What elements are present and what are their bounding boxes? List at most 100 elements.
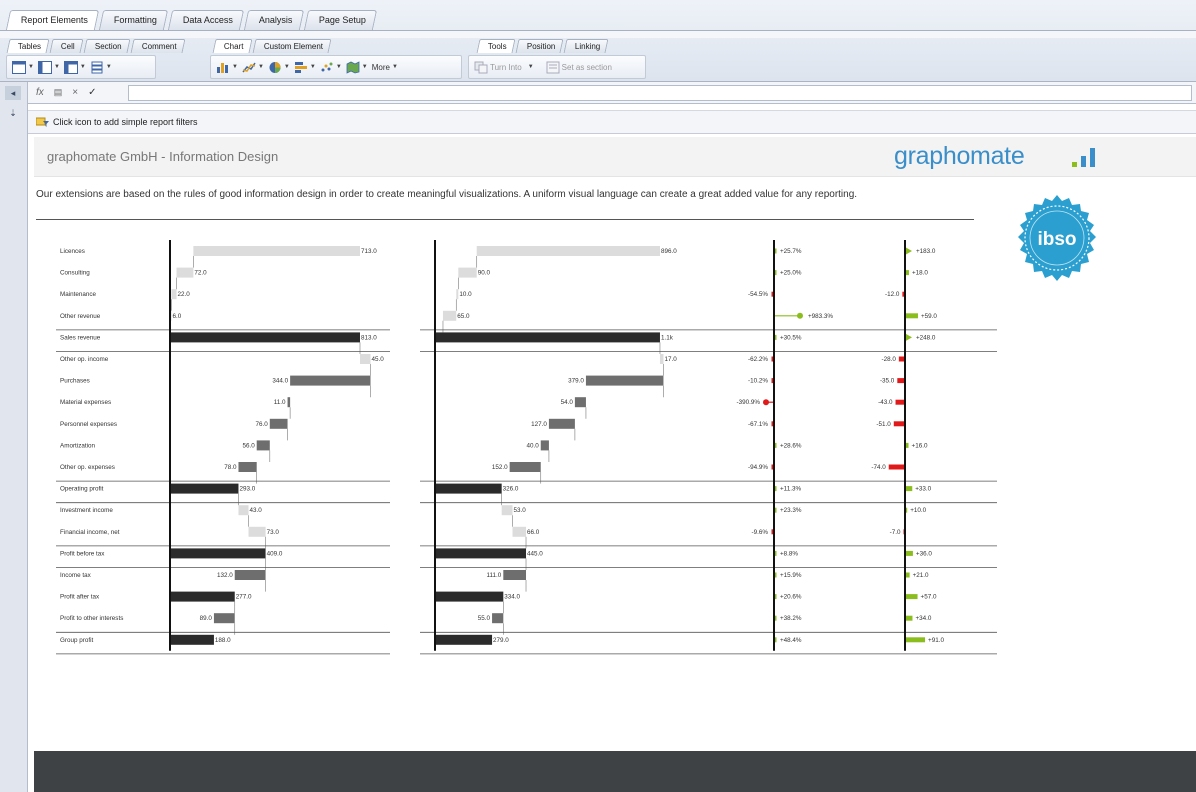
accept-icon[interactable]: ✓ — [88, 87, 96, 98]
py-bar — [574, 397, 586, 408]
table-icon — [12, 60, 26, 74]
pct-value-label: -54.5% — [748, 291, 768, 298]
abs-value-label: -35.0 — [880, 378, 895, 385]
formula-editor-icon[interactable]: ▤ — [54, 87, 63, 98]
crosstab-button[interactable]: ▼ — [63, 58, 87, 76]
pct-value-label: +983.3% — [808, 313, 833, 320]
py-value-label: 1.1k — [661, 334, 674, 341]
abs-bar — [893, 421, 905, 427]
pct-value-label: +23.3% — [780, 507, 802, 514]
formula-input[interactable] — [128, 85, 1192, 101]
ac-value-label: 11.0 — [274, 399, 286, 406]
cancel-icon[interactable]: × — [72, 87, 78, 98]
abs-bar — [905, 594, 918, 600]
pct-pin-head — [763, 399, 769, 406]
report-title: graphomate GmbH - Information Design — [47, 149, 279, 164]
py-bar — [435, 483, 502, 494]
report-header: graphomate GmbH - Information Design gra… — [34, 137, 1196, 177]
sub-tabs-mid: Chart Custom Element — [212, 39, 333, 53]
pie-chart-button[interactable]: ▼ — [267, 58, 291, 76]
abs-bar — [897, 378, 905, 384]
ac-value-label: 188.0 — [215, 637, 231, 644]
chevron-down-icon: ▼ — [53, 64, 60, 70]
line-chart-button[interactable]: ▼ — [241, 58, 265, 76]
subtab-tools[interactable]: Tools — [476, 39, 516, 53]
tab-formatting[interactable]: Formatting — [98, 10, 169, 30]
ac-bar — [256, 440, 270, 451]
abs-value-label: +10.0 — [910, 507, 926, 514]
chevron-down-icon: ▼ — [527, 64, 534, 70]
pct-pin-head — [797, 312, 803, 319]
map-chart-button[interactable]: ▼ — [345, 58, 369, 76]
chevron-down-icon: ▼ — [79, 64, 86, 70]
sub-tabs-left: Tables Cell Section Comment — [6, 39, 186, 53]
subtab-custom-element[interactable]: Custom Element — [252, 39, 332, 53]
bar-chart-button[interactable]: ▼ — [215, 58, 239, 76]
abs-value-label: +57.0 — [921, 594, 937, 601]
subtab-chart[interactable]: Chart — [212, 39, 253, 53]
abs-value-label: -7.0 — [890, 529, 901, 536]
tab-page-setup[interactable]: Page Setup — [303, 10, 377, 30]
crosstab-icon — [63, 60, 78, 74]
py-bar — [540, 440, 549, 451]
category-label: Maintenance — [60, 291, 97, 298]
ac-value-label: 76.0 — [256, 421, 269, 428]
py-value-label: 326.0 — [503, 486, 519, 493]
subtab-tables[interactable]: Tables — [6, 39, 50, 53]
turn-into-icon — [474, 61, 488, 73]
more-label: More — [371, 62, 390, 72]
vertical-table-button[interactable]: ▼ — [37, 58, 61, 76]
filter-icon[interactable] — [36, 117, 50, 127]
chart-tools-group: ▼ ▼ ▼ ▼ ▼ ▼ More ▼ — [210, 55, 462, 79]
category-label: Investment income — [60, 507, 113, 514]
vertical-table-icon — [37, 60, 52, 74]
more-charts-button[interactable]: More ▼ — [371, 58, 399, 76]
subtab-cell[interactable]: Cell — [49, 39, 84, 53]
filter-bar[interactable]: Click icon to add simple report filters — [28, 110, 1196, 134]
partner-seal-logo: ibso — [1018, 195, 1096, 281]
pct-value-label: -9.6% — [752, 529, 769, 536]
pct-value-label: +11.3% — [780, 486, 801, 493]
category-label: Licences — [60, 248, 85, 255]
scatter-chart-button[interactable]: ▼ — [319, 58, 343, 76]
py-bar — [456, 289, 459, 300]
horizontal-bar-chart-button[interactable]: ▼ — [293, 58, 317, 76]
form-icon — [91, 61, 103, 73]
chevron-down-icon: ▼ — [105, 64, 112, 70]
horizontal-table-button[interactable]: ▼ — [11, 58, 35, 76]
py-value-label: 127.0 — [531, 421, 547, 428]
pct-value-label: -10.2% — [748, 378, 768, 385]
form-button[interactable]: ▼ — [89, 58, 113, 76]
py-bar — [548, 418, 575, 429]
category-label: Amortization — [60, 442, 95, 449]
pin-icon[interactable]: ⇣ — [5, 106, 21, 120]
ac-value-label: 409.0 — [267, 550, 283, 557]
subtab-linking[interactable]: Linking — [563, 39, 610, 53]
ac-bar — [360, 354, 371, 364]
py-value-label: 54.0 — [561, 399, 574, 406]
subtab-section[interactable]: Section — [83, 39, 131, 53]
collapse-panel-button[interactable]: ◂ — [5, 86, 21, 100]
ac-bar — [170, 483, 239, 494]
abs-bar — [905, 637, 926, 643]
turn-into-label: Turn Into — [490, 62, 522, 72]
tab-report-elements[interactable]: Report Elements — [5, 10, 100, 30]
abs-value-label: -28.0 — [881, 356, 896, 363]
set-as-section-button[interactable]: Set as section — [545, 58, 613, 76]
subtab-position[interactable]: Position — [515, 39, 564, 53]
subtab-comment[interactable]: Comment — [130, 39, 185, 53]
category-label: Income tax — [60, 572, 92, 579]
ac-bar — [170, 634, 214, 645]
category-label: Profit before tax — [60, 550, 105, 557]
fx-icon[interactable]: fx — [36, 87, 44, 98]
tab-data-access[interactable]: Data Access — [167, 10, 245, 30]
turn-into-button[interactable]: Turn Into ▼ — [473, 58, 535, 76]
category-label: Consulting — [60, 270, 90, 277]
ac-bar — [248, 526, 266, 537]
abs-overflow-arrow — [905, 247, 912, 255]
py-value-label: 379.0 — [568, 378, 584, 385]
ac-value-label: 6.0 — [173, 313, 182, 320]
ac-bar — [170, 591, 235, 602]
tab-analysis[interactable]: Analysis — [243, 10, 304, 30]
intro-text: Our extensions are based on the rules of… — [36, 189, 858, 200]
